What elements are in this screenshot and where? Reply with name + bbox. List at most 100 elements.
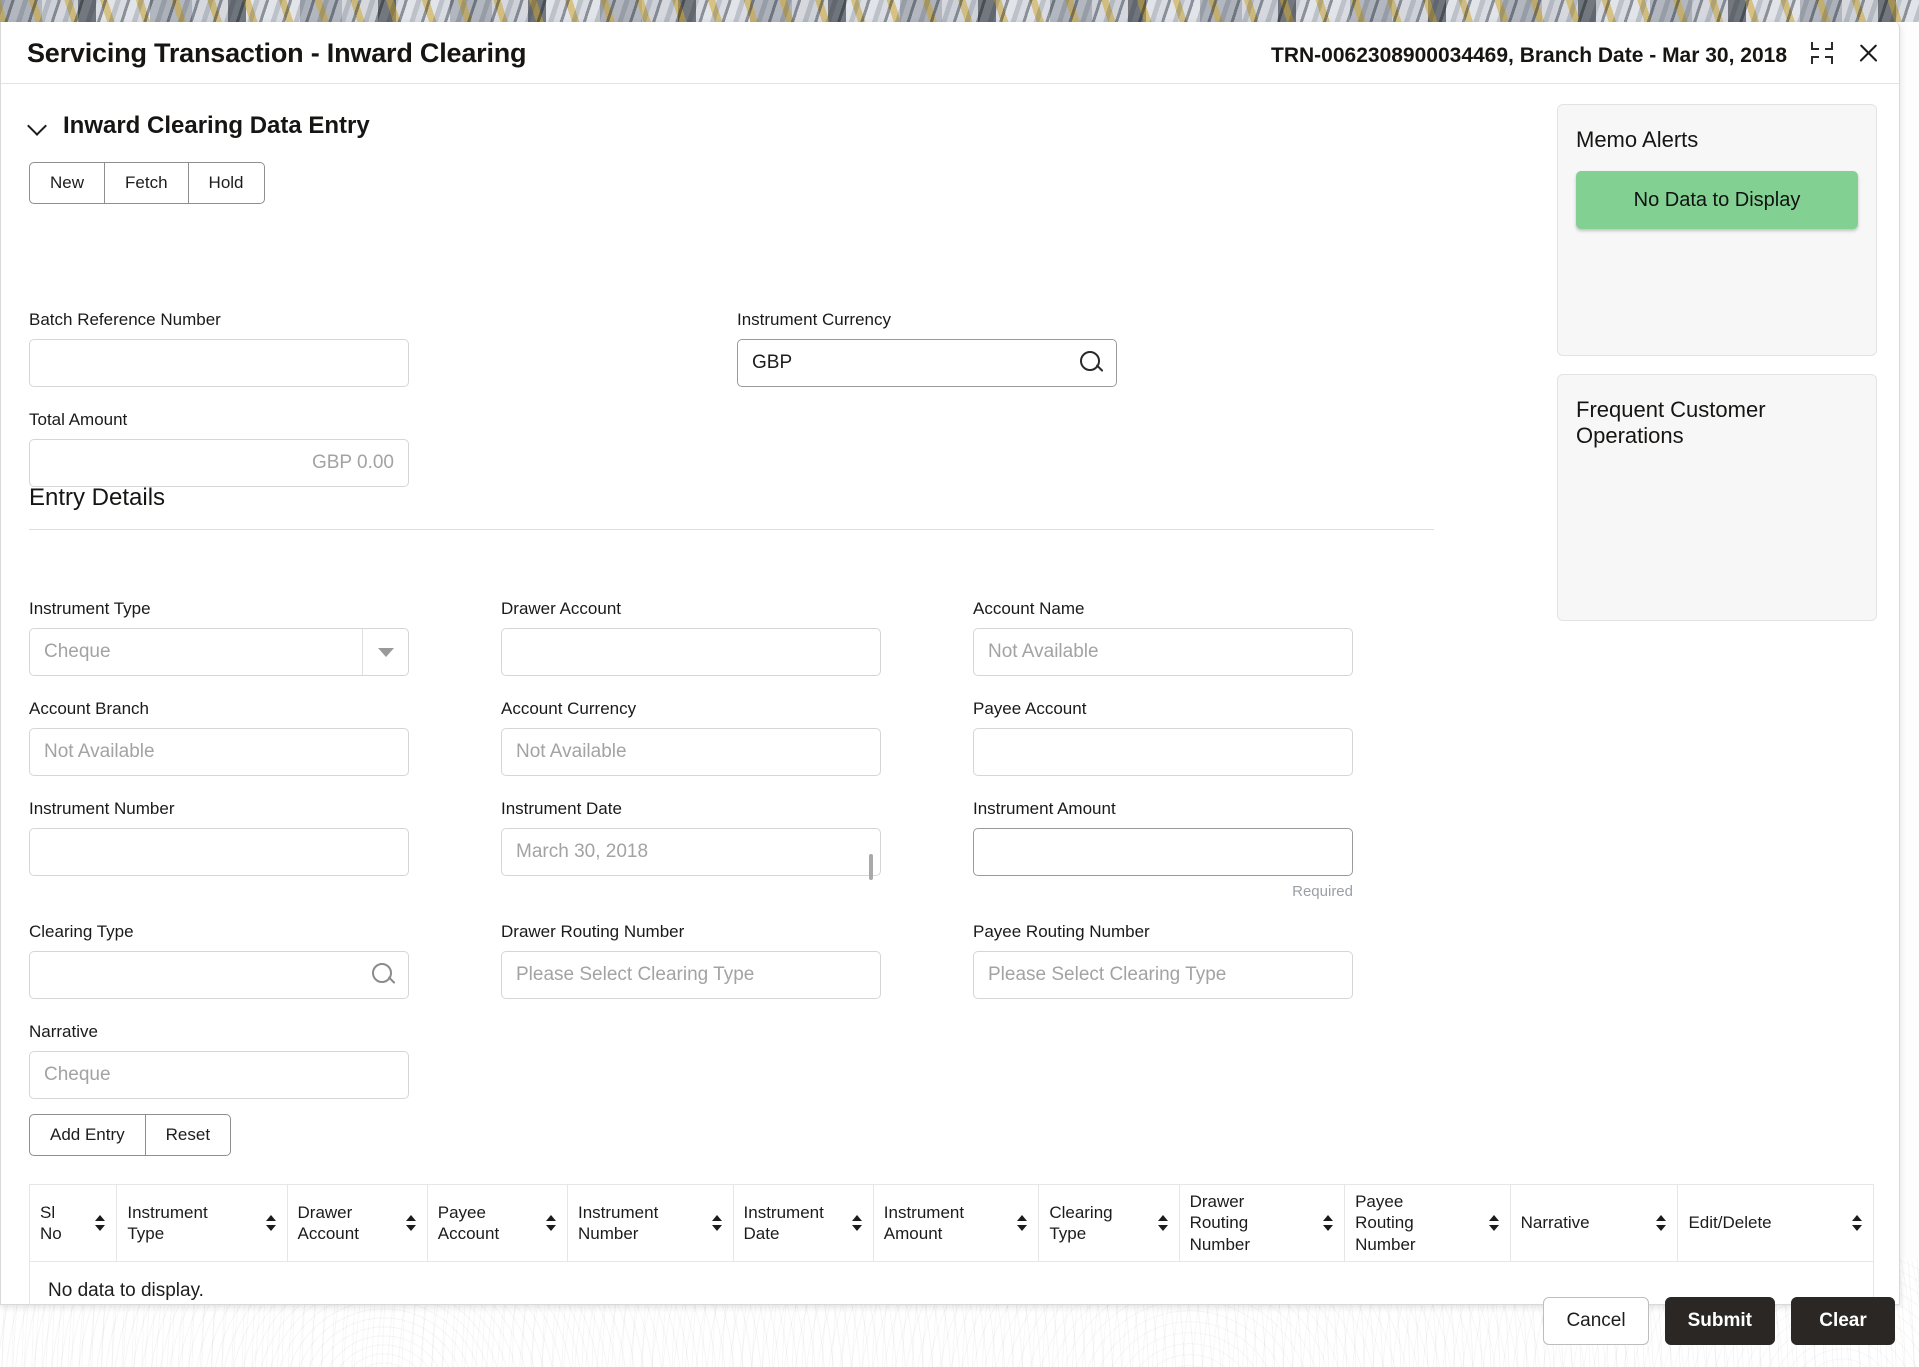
column-header-drawer-account[interactable]: DrawerAccount [287, 1185, 427, 1262]
payee-routing-number-input[interactable] [973, 951, 1353, 999]
batch-reference-number-label: Batch Reference Number [29, 310, 409, 330]
entry-details-title: Entry Details [29, 484, 1434, 512]
frequent-customer-operations-title: Frequent Customer Operations [1576, 397, 1858, 450]
section-header[interactable]: Inward Clearing Data Entry [29, 112, 1471, 140]
sort-icon[interactable] [1656, 1214, 1667, 1232]
batch-reference-number-input[interactable] [29, 339, 409, 387]
instrument-date-label: Instrument Date [501, 799, 881, 819]
section-title: Inward Clearing Data Entry [63, 112, 370, 140]
hold-button[interactable]: Hold [189, 162, 265, 204]
sort-icon[interactable] [712, 1214, 723, 1232]
col-label-line1: Payee [1355, 1192, 1403, 1211]
chevron-down-icon[interactable] [29, 116, 49, 136]
transaction-modal: Servicing Transaction - Inward Clearing … [0, 22, 1900, 1305]
total-amount-input[interactable] [29, 439, 409, 487]
instrument-currency-input[interactable] [737, 339, 1117, 387]
sort-icon[interactable] [406, 1214, 417, 1232]
field-instrument-number: Instrument Number [29, 799, 409, 876]
record-action-buttons: New Fetch Hold [29, 162, 1471, 204]
sort-icon[interactable] [266, 1214, 277, 1232]
field-payee-account: Payee Account [973, 699, 1353, 776]
account-name-input[interactable] [973, 628, 1353, 676]
memo-alerts-title: Memo Alerts [1576, 127, 1858, 153]
page-title: Servicing Transaction - Inward Clearing [27, 38, 526, 69]
instrument-type-dropdown-toggle[interactable] [362, 629, 408, 675]
col-label-line1: Clearing [1049, 1203, 1112, 1222]
sort-icon[interactable] [95, 1214, 106, 1232]
instrument-type-input[interactable] [29, 628, 409, 676]
narrative-input[interactable] [29, 1051, 409, 1099]
column-header-instrument-date[interactable]: InstrumentDate [733, 1185, 873, 1262]
column-header-sl-no[interactable]: SlNo [30, 1185, 117, 1262]
collapse-icon[interactable] [1811, 42, 1833, 64]
memo-alerts-status-badge[interactable]: No Data to Display [1576, 171, 1858, 229]
entry-action-buttons: Add Entry Reset [29, 1114, 231, 1156]
field-instrument-type: Instrument Type [29, 599, 409, 676]
account-branch-input[interactable] [29, 728, 409, 776]
column-header-instrument-number[interactable]: InstrumentNumber [568, 1185, 734, 1262]
entry-details-divider [29, 529, 1434, 530]
column-header-narrative[interactable]: Narrative [1510, 1185, 1678, 1262]
sort-icon[interactable] [1017, 1214, 1028, 1232]
field-narrative: Narrative [29, 1022, 409, 1099]
instrument-date-input[interactable] [501, 828, 881, 876]
column-header-edit-delete[interactable]: Edit/Delete [1678, 1185, 1874, 1262]
field-payee-routing-number: Payee Routing Number [973, 922, 1353, 999]
sort-icon[interactable] [546, 1214, 557, 1232]
account-branch-label: Account Branch [29, 699, 409, 719]
drawer-account-label: Drawer Account [501, 599, 881, 619]
column-header-clearing-type[interactable]: Clearing Type [1039, 1185, 1179, 1262]
clearing-type-label: Clearing Type [29, 922, 409, 942]
field-batch-reference-number: Batch Reference Number [29, 310, 409, 387]
field-clearing-type: Clearing Type [29, 922, 409, 999]
instrument-number-input[interactable] [29, 828, 409, 876]
column-header-payee-routing-number[interactable]: PayeeRoutingNumber [1345, 1185, 1511, 1262]
field-account-currency: Account Currency [501, 699, 881, 776]
field-instrument-date: Instrument Date [501, 799, 881, 876]
column-header-drawer-routing-number[interactable]: DrawerRoutingNumber [1179, 1185, 1345, 1262]
window-controls [1811, 40, 1881, 66]
drawer-routing-number-label: Drawer Routing Number [501, 922, 881, 942]
close-icon[interactable] [1855, 40, 1881, 66]
instrument-amount-input[interactable] [973, 828, 1353, 876]
fetch-button[interactable]: Fetch [105, 162, 189, 204]
new-button[interactable]: New [29, 162, 105, 204]
col-label-line2: No [40, 1224, 62, 1243]
add-entry-button[interactable]: Add Entry [29, 1114, 146, 1156]
sort-icon[interactable] [852, 1214, 863, 1232]
cancel-button[interactable]: Cancel [1543, 1297, 1648, 1345]
transaction-reference: TRN-0062308900034469, Branch Date - Mar … [1271, 44, 1787, 68]
sort-icon[interactable] [1323, 1214, 1334, 1232]
col-label-line2: Amount [884, 1224, 943, 1243]
sort-icon[interactable] [1158, 1214, 1169, 1232]
field-account-name: Account Name [973, 599, 1353, 676]
column-header-instrument-type[interactable]: InstrumentType [117, 1185, 287, 1262]
drawer-routing-number-input[interactable] [501, 951, 881, 999]
account-currency-input[interactable] [501, 728, 881, 776]
payee-account-input[interactable] [973, 728, 1353, 776]
reset-button[interactable]: Reset [146, 1114, 231, 1156]
instrument-number-label: Instrument Number [29, 799, 409, 819]
field-account-branch: Account Branch [29, 699, 409, 776]
submit-button[interactable]: Submit [1665, 1297, 1775, 1345]
frequent-customer-operations-card: Frequent Customer Operations [1557, 374, 1877, 621]
col-label-line1: Instrument [127, 1203, 207, 1222]
column-header-instrument-amount[interactable]: InstrumentAmount [873, 1185, 1039, 1262]
field-drawer-account: Drawer Account [501, 599, 881, 676]
col-label-line3: Number [1190, 1235, 1250, 1254]
col-label-line2: Type [1049, 1224, 1086, 1243]
clear-button[interactable]: Clear [1791, 1297, 1895, 1345]
column-header-payee-account[interactable]: PayeeAccount [427, 1185, 567, 1262]
instrument-amount-label: Instrument Amount [973, 799, 1353, 819]
col-label-line1: Drawer [298, 1203, 353, 1222]
clearing-type-input[interactable] [29, 951, 409, 999]
footer-actions: Cancel Submit Clear [1543, 1297, 1895, 1345]
sort-icon[interactable] [1852, 1214, 1863, 1232]
form-column: Inward Clearing Data Entry New Fetch Hol… [1, 84, 1471, 204]
col-label-line3: Number [1355, 1235, 1415, 1254]
col-label-line2: Routing [1190, 1213, 1249, 1232]
drawer-account-input[interactable] [501, 628, 881, 676]
background-texture-top [0, 0, 1919, 22]
right-rail: Memo Alerts No Data to Display Frequent … [1557, 104, 1877, 621]
sort-icon[interactable] [1489, 1214, 1500, 1232]
